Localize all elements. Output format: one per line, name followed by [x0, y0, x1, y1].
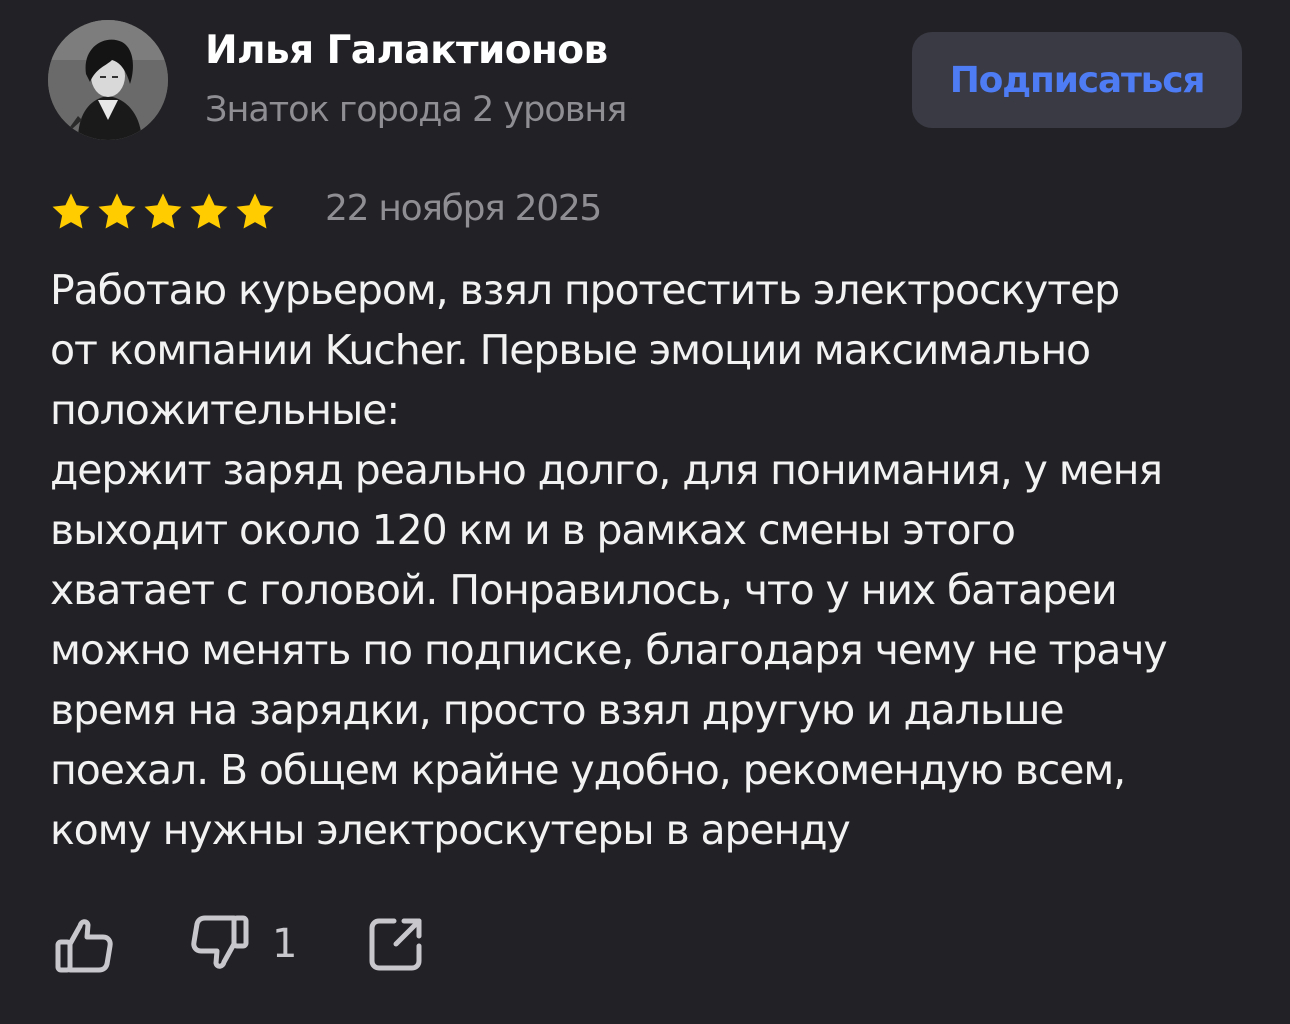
review-text: Работаю курьером, взял протестить электр…	[50, 266, 1168, 854]
star-icon	[98, 193, 136, 229]
review-date: 22 ноября 2025	[325, 188, 602, 229]
thumbs-up-icon	[55, 919, 113, 973]
avatar[interactable]	[48, 20, 168, 140]
author-name[interactable]: Илья Галактионов	[205, 28, 608, 73]
dislike-button[interactable]: 1	[188, 912, 297, 976]
dislike-count: 1	[272, 921, 298, 967]
like-button[interactable]	[52, 912, 116, 976]
star-icon	[190, 193, 228, 229]
star-icon	[236, 193, 274, 229]
star-icon	[52, 193, 90, 229]
rating-stars	[50, 192, 276, 232]
thumbs-down-icon	[191, 915, 249, 969]
subscribe-button[interactable]: Подписаться	[912, 32, 1242, 128]
author-level: Знаток города 2 уровня	[205, 90, 627, 130]
star-icon	[144, 193, 182, 229]
share-icon	[369, 918, 422, 971]
share-button[interactable]	[364, 912, 428, 976]
